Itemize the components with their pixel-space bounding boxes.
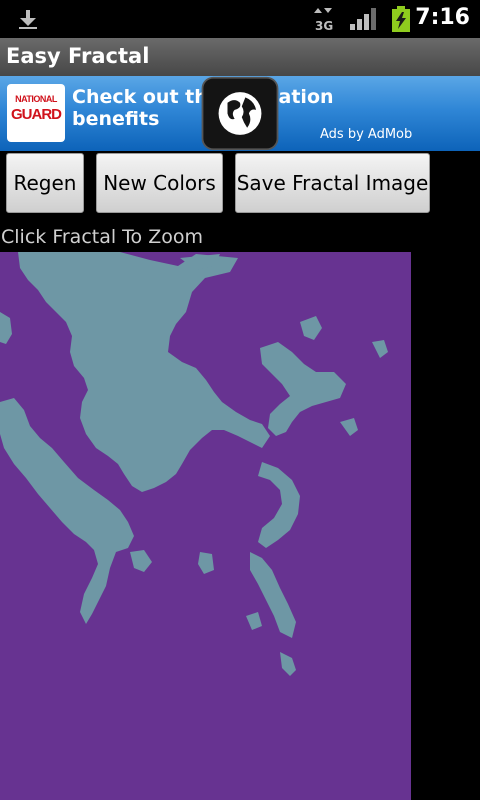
new-colors-button[interactable]: New Colors: [96, 153, 223, 213]
zoom-hint: Click Fractal To Zoom: [1, 226, 203, 248]
network-3g-icon: 3G: [314, 8, 333, 32]
app-title-bar: Easy Fractal: [0, 38, 480, 77]
fractal-image: [0, 252, 388, 676]
save-fractal-image-button[interactable]: Save Fractal Image: [235, 153, 430, 213]
regen-button[interactable]: Regen: [6, 153, 84, 213]
download-icon: [19, 10, 37, 29]
signal-icon: [350, 8, 376, 30]
svg-text:3G: 3G: [315, 19, 333, 32]
globe-icon[interactable]: [0, 76, 480, 151]
status-bar: 3G 7:16: [0, 0, 480, 38]
app-title: Easy Fractal: [6, 44, 150, 68]
clock: 7:16: [415, 5, 470, 30]
fractal-canvas[interactable]: [0, 252, 411, 800]
battery-charging-icon: [392, 6, 410, 32]
